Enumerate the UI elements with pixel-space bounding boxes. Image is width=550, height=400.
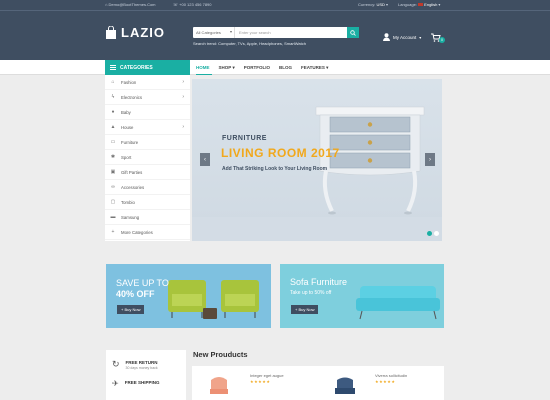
- chevron-right-icon: ›: [182, 94, 184, 100]
- banner-line1: Sofa Furniture: [290, 277, 348, 287]
- product-image[interactable]: [332, 374, 358, 400]
- phone-info: ☏ +00 123 456 7890: [173, 2, 212, 7]
- plus-icon: +: [111, 229, 115, 235]
- cart-count-badge: 0: [439, 37, 445, 43]
- service-free-return: ↻ FREE RETURN 30 days money back: [112, 359, 158, 371]
- slider-prev-button[interactable]: ‹: [200, 153, 210, 166]
- sofa-icon: ▭: [110, 139, 116, 145]
- promo-banner-save[interactable]: SAVE UP TO 40% OFF + Buy Now: [106, 264, 271, 328]
- search-category-select[interactable]: All Categories ▾: [193, 27, 235, 38]
- sofa-image: [356, 286, 440, 320]
- hanger-icon: ⌂: [111, 79, 115, 85]
- service-free-shipping: ✈ FREE SHIPPING: [112, 379, 160, 388]
- monitor-icon: ▢: [110, 199, 116, 205]
- menu-item-shop[interactable]: SHOP ▾: [219, 65, 235, 71]
- search-icon: [350, 29, 356, 36]
- baby-icon: ●: [111, 109, 115, 115]
- new-products-title: New Prouducts: [193, 350, 248, 359]
- chevron-down-icon: ▾: [386, 2, 389, 7]
- glasses-icon: ∞: [111, 184, 115, 190]
- slide-description: Add That Striking Look to Your Living Ro…: [222, 166, 328, 172]
- services-box: ↻ FREE RETURN 30 days money back ✈ FREE …: [106, 350, 186, 400]
- search-input[interactable]: Enter your search: [235, 30, 347, 35]
- house-icon: ▲: [110, 124, 116, 130]
- sidebar-item-tombio[interactable]: ▢ Tombio: [105, 195, 190, 210]
- sidebar-item-electronics[interactable]: ϟ Electronics ›: [105, 90, 190, 105]
- currency-selector[interactable]: Currency: USD ▾: [358, 2, 388, 7]
- phone-icon: ☏: [173, 2, 179, 7]
- products-panel: Integer eget augue ★★★★★ Viverra sollici…: [192, 366, 444, 400]
- menu-item-portfolio[interactable]: PORTFOLIO: [244, 65, 270, 70]
- sidebar-item-furniture[interactable]: ▭ Furniture: [105, 135, 190, 150]
- blue-chair-image: [335, 377, 355, 394]
- logo-text: LAZIO: [121, 24, 165, 40]
- category-sidebar: ⌂ Fashion › ϟ Electronics › ● Baby ▲ Hou…: [105, 75, 190, 241]
- sidebar-item-house[interactable]: ▲ House ›: [105, 120, 190, 135]
- categories-toggle[interactable]: CATEGORIES: [105, 60, 190, 75]
- sport-icon: ✱: [110, 154, 116, 160]
- chevron-down-icon: ▾: [232, 64, 235, 70]
- chevron-right-icon: ›: [429, 156, 431, 163]
- menu-item-features[interactable]: FEATURES ▾: [301, 65, 328, 71]
- hero-slider: [192, 79, 442, 241]
- menu-icon: [110, 65, 116, 70]
- my-account-button[interactable]: My Account ▾: [383, 33, 421, 41]
- search-bar: All Categories ▾ Enter your search: [193, 27, 359, 38]
- sidebar-item-baby[interactable]: ● Baby: [105, 105, 190, 120]
- main-menu: HOME SHOP ▾ PORTFOLIO BLOG FEATURES ▾: [196, 60, 328, 75]
- user-icon: [383, 33, 390, 41]
- logo[interactable]: LAZIO: [105, 21, 165, 43]
- sidebar-item-fashion[interactable]: ⌂ Fashion ›: [105, 75, 190, 90]
- top-bar: ⌂ Demo@BootThemes.Com ☏ +00 123 456 7890…: [0, 0, 550, 11]
- sidebar-item-more-categories[interactable]: + More Categories: [105, 225, 190, 240]
- product-image[interactable]: [206, 374, 232, 400]
- buy-now-button[interactable]: + Buy Now: [291, 305, 319, 314]
- product-name[interactable]: Viverra sollicitudin: [375, 373, 407, 378]
- cart-button[interactable]: 0: [431, 31, 445, 43]
- shopping-bag-icon: [106, 25, 116, 39]
- pink-chair-image: [210, 377, 228, 394]
- language-selector[interactable]: Language: English ▾: [398, 2, 440, 7]
- rating-stars: ★★★★★: [375, 379, 396, 384]
- slide-title: LIVING ROOM 2017: [221, 146, 340, 160]
- buy-now-button[interactable]: + Buy Now: [117, 305, 145, 314]
- hero-image: [192, 79, 442, 241]
- product-name[interactable]: Integer eget augue: [250, 373, 284, 378]
- gift-icon: ▣: [110, 169, 116, 175]
- tv-icon: ▬: [110, 214, 116, 220]
- banner-line2: Take up to 50% off: [290, 290, 332, 296]
- active-underline: [196, 74, 212, 75]
- sidebar-item-accessories[interactable]: ∞ Accessories: [105, 180, 190, 195]
- sidebar-item-samsung[interactable]: ▬ Samsung: [105, 210, 190, 225]
- refresh-icon: ↻: [112, 359, 120, 369]
- chevron-down-icon: ▾: [419, 34, 422, 40]
- search-trend: Search trend: Computer, TVs, Apple, Head…: [193, 41, 306, 46]
- flag-icon: [418, 3, 424, 7]
- menu-item-blog[interactable]: BLOG: [279, 65, 292, 70]
- chevron-down-icon: ▾: [438, 2, 441, 7]
- slider-dot-active[interactable]: [427, 231, 432, 236]
- sidebar-item-gift-parties[interactable]: ▣ Gift Parties: [105, 165, 190, 180]
- plug-icon: ϟ: [111, 94, 115, 100]
- menu-item-home[interactable]: HOME: [196, 65, 210, 70]
- rating-stars: ★★★★★: [250, 379, 271, 384]
- email-info[interactable]: ⌂ Demo@BootThemes.Com: [105, 2, 156, 7]
- search-button[interactable]: [347, 27, 359, 38]
- slide-subtitle: FURNITURE: [222, 135, 267, 142]
- promo-banner-sofa[interactable]: Sofa Furniture Take up to 50% off + Buy …: [280, 264, 444, 328]
- banner-line1: SAVE UP TO: [116, 278, 169, 288]
- chevron-right-icon: ›: [182, 124, 184, 130]
- plane-icon: ✈: [112, 379, 119, 388]
- banner-line2: 40% OFF: [116, 289, 155, 299]
- slider-dot[interactable]: [434, 231, 439, 236]
- chevron-down-icon: ▾: [326, 64, 329, 70]
- chevron-down-icon: ▾: [229, 29, 232, 34]
- home-icon: ⌂: [105, 2, 108, 7]
- chevron-right-icon: ›: [182, 79, 184, 85]
- sidebar-item-sport[interactable]: ✱ Sport: [105, 150, 190, 165]
- chevron-left-icon: ‹: [204, 156, 206, 163]
- slider-next-button[interactable]: ›: [425, 153, 435, 166]
